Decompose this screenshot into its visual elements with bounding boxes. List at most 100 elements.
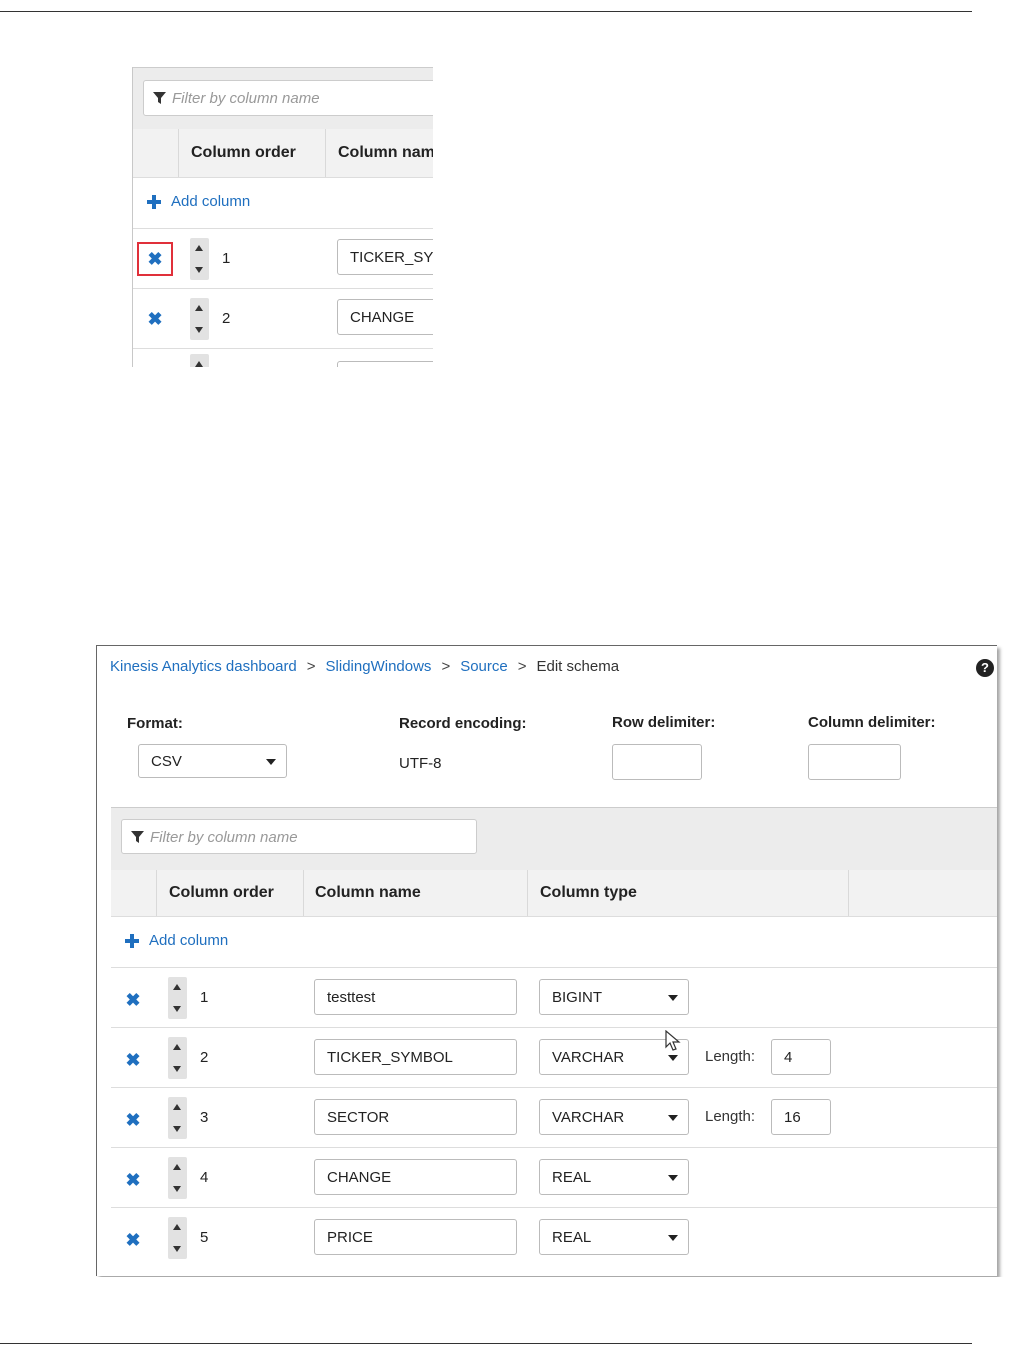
row-delimiter-input[interactable] — [612, 744, 702, 780]
column-name-value: testtest — [327, 989, 376, 1006]
column-name-input[interactable]: TICKER_SY — [337, 239, 433, 275]
length-value: 16 — [784, 1109, 801, 1126]
chevron-down-icon — [668, 1115, 678, 1121]
up-arrow-icon[interactable] — [173, 1224, 181, 1230]
screenshot-frame: Kinesis Analytics dashboard > SlidingWindo… — [96, 645, 997, 1276]
filter-icon — [153, 92, 166, 104]
bottom-rule — [0, 1343, 972, 1344]
add-column-button[interactable]: Add column — [133, 178, 433, 229]
row-order: 3 — [200, 1109, 209, 1126]
column-name-input[interactable]: CHANGE — [337, 299, 433, 335]
header-column-type: Column type — [540, 884, 637, 901]
order-stepper[interactable] — [168, 1097, 187, 1139]
remove-icon[interactable]: ✖ — [125, 991, 141, 1009]
column-name-value: SECTOR — [327, 1109, 390, 1126]
column-type-value: BIGINT — [552, 989, 603, 1006]
header-column-order: Column order — [191, 144, 296, 161]
up-arrow-icon[interactable] — [173, 1044, 181, 1050]
edit-schema-screenshot: Kinesis Analytics dashboard > SlidingWindo… — [96, 645, 1008, 1277]
up-arrow-icon[interactable] — [195, 245, 203, 251]
column-name-input[interactable]: CHANGE — [314, 1159, 517, 1195]
order-stepper[interactable] — [168, 1037, 187, 1079]
add-column-label: Add column — [149, 932, 229, 949]
order-stepper[interactable] — [190, 298, 209, 340]
column-type-select[interactable]: VARCHAR — [539, 1099, 689, 1135]
column-name-input[interactable] — [337, 361, 433, 367]
breadcrumb-source-link[interactable]: Source — [460, 658, 508, 675]
table-row: ✖ 2 TICKER_SYMBOL VARCHAR Length: 4 — [111, 1028, 997, 1088]
remove-icon[interactable]: ✖ — [125, 1231, 141, 1249]
breadcrumb-app-link[interactable]: SlidingWindows — [326, 658, 432, 675]
filter-bar: Filter by column name — [111, 807, 997, 871]
chevron-down-icon — [668, 1235, 678, 1241]
column-name-input[interactable]: testtest — [314, 979, 517, 1015]
order-stepper[interactable] — [168, 1157, 187, 1199]
row-order: 1 — [222, 250, 231, 267]
chevron-down-icon — [266, 759, 276, 765]
down-arrow-icon[interactable] — [173, 1006, 181, 1012]
column-type-value: VARCHAR — [552, 1049, 625, 1066]
up-arrow-icon[interactable] — [195, 305, 203, 311]
row-order: 2 — [200, 1049, 209, 1066]
up-arrow-icon[interactable] — [173, 1164, 181, 1170]
header-column-name: Column nam — [338, 144, 433, 161]
table-row: ✖ 1 testtest BIGINT — [111, 968, 997, 1028]
remove-icon[interactable]: ✖ — [125, 1171, 141, 1189]
filter-input[interactable]: Filter by column name — [121, 819, 477, 854]
header-divider — [303, 870, 304, 916]
filter-input[interactable]: Filter by column name — [143, 80, 433, 116]
remove-icon[interactable]: ✖ — [147, 310, 163, 328]
down-arrow-icon[interactable] — [195, 267, 203, 273]
down-arrow-icon[interactable] — [173, 1186, 181, 1192]
order-stepper[interactable] — [168, 977, 187, 1019]
table-row: ✖ 4 CHANGE REAL — [111, 1148, 997, 1208]
length-input[interactable]: 4 — [771, 1039, 831, 1075]
filter-icon — [131, 831, 144, 843]
breadcrumb-separator: > — [517, 658, 527, 675]
help-icon[interactable]: ? — [976, 659, 994, 677]
column-name-input[interactable]: SECTOR — [314, 1099, 517, 1135]
down-arrow-icon[interactable] — [173, 1066, 181, 1072]
column-type-select[interactable]: REAL — [539, 1219, 689, 1255]
down-arrow-icon[interactable] — [173, 1246, 181, 1252]
plus-icon — [147, 195, 161, 209]
column-type-select[interactable]: REAL — [539, 1159, 689, 1195]
row-order: 2 — [222, 310, 231, 327]
column-name-input[interactable]: PRICE — [314, 1219, 517, 1255]
top-rule — [0, 11, 972, 12]
up-arrow-icon[interactable] — [173, 984, 181, 990]
filter-bar: Filter by column name — [133, 67, 433, 131]
order-stepper[interactable] — [168, 1217, 187, 1259]
length-label: Length: — [705, 1048, 756, 1065]
up-arrow-icon[interactable] — [195, 361, 203, 367]
column-type-select[interactable]: BIGINT — [539, 979, 689, 1015]
format-label: Format: — [127, 715, 183, 732]
order-stepper[interactable] — [190, 354, 209, 367]
column-delimiter-input[interactable] — [808, 744, 901, 780]
remove-icon[interactable]: ✖ — [147, 250, 163, 268]
breadcrumb-current: Edit schema — [536, 658, 620, 675]
length-input[interactable]: 16 — [771, 1099, 831, 1135]
up-arrow-icon[interactable] — [173, 1104, 181, 1110]
header-column-name: Column name — [315, 884, 421, 901]
table-row: ✖ 5 PRICE REAL — [111, 1208, 997, 1267]
remove-icon[interactable]: ✖ — [125, 1051, 141, 1069]
down-arrow-icon[interactable] — [195, 327, 203, 333]
breadcrumb-dashboard-link[interactable]: Kinesis Analytics dashboard — [110, 658, 297, 675]
chevron-down-icon — [668, 995, 678, 1001]
order-stepper[interactable] — [190, 238, 209, 280]
remove-icon[interactable]: ✖ — [125, 1111, 141, 1129]
column-name-input[interactable]: TICKER_SYMBOL — [314, 1039, 517, 1075]
column-delimiter-label: Column delimiter: — [808, 714, 936, 731]
column-type-value: VARCHAR — [552, 1109, 625, 1126]
format-select[interactable]: CSV — [138, 744, 287, 778]
breadcrumb: Kinesis Analytics dashboard > SlidingWindo… — [110, 658, 619, 675]
column-type-value: REAL — [552, 1229, 592, 1246]
add-column-button[interactable]: Add column — [111, 917, 997, 968]
down-arrow-icon[interactable] — [173, 1126, 181, 1132]
table-row: ✖ 1 TICKER_SY — [133, 229, 433, 289]
header-divider — [527, 870, 528, 916]
column-type-value: REAL — [552, 1169, 592, 1186]
column-name-value: CHANGE — [350, 309, 415, 326]
row-order: 5 — [200, 1229, 209, 1246]
